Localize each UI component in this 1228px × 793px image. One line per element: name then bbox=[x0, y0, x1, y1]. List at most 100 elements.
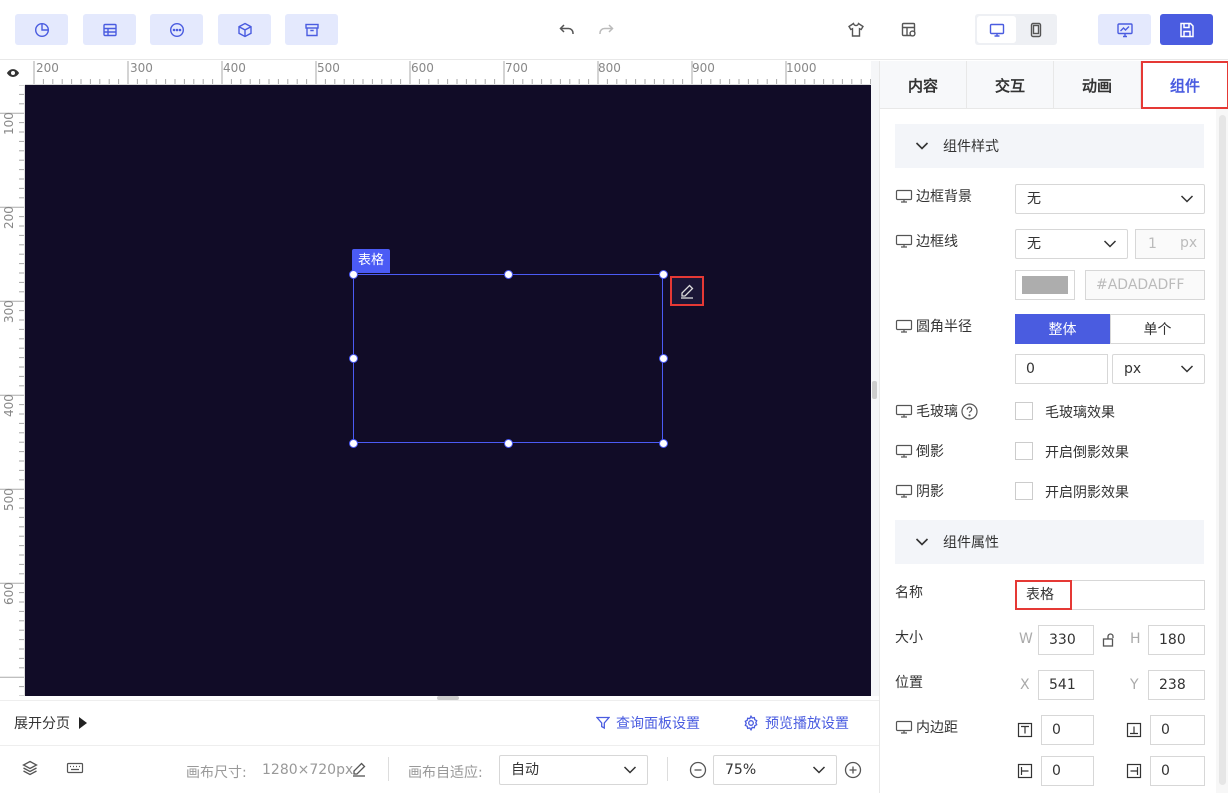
position-label: 位置 bbox=[895, 675, 923, 691]
zoom-select[interactable]: 75% bbox=[713, 755, 837, 785]
desktop-view-button[interactable] bbox=[977, 16, 1016, 43]
component-style-section-header[interactable]: 组件样式 bbox=[895, 124, 1204, 168]
filter-icon bbox=[596, 716, 610, 730]
redo-button[interactable] bbox=[590, 14, 622, 45]
resize-handle-bottom-right[interactable] bbox=[659, 439, 668, 448]
reflect-label-text: 倒影 bbox=[916, 444, 944, 460]
canvas-fit-select[interactable]: 自动 bbox=[499, 755, 648, 785]
resize-handle-left[interactable] bbox=[349, 354, 358, 363]
canvas-fit-value: 自动 bbox=[511, 762, 539, 778]
border-bg-label-text: 边框背景 bbox=[916, 189, 972, 205]
resize-handle-top[interactable] bbox=[504, 270, 513, 279]
ruler-label: 500 bbox=[2, 488, 16, 511]
preview-button[interactable] bbox=[1098, 14, 1151, 45]
padding-left-input[interactable]: 0 bbox=[1041, 756, 1094, 786]
tab-animation[interactable]: 动画 bbox=[1054, 61, 1141, 109]
scrollbar-grip[interactable] bbox=[1219, 115, 1226, 785]
width-input[interactable]: 330 bbox=[1038, 625, 1094, 655]
zoom-in-button[interactable] bbox=[844, 761, 862, 783]
visibility-toggle[interactable] bbox=[0, 61, 25, 85]
padding-top-input[interactable]: 0 bbox=[1041, 715, 1094, 745]
help-icon[interactable] bbox=[961, 402, 978, 420]
save-button[interactable] bbox=[1160, 14, 1213, 45]
ruler-label: 400 bbox=[223, 61, 246, 75]
reflect-checkbox[interactable] bbox=[1015, 442, 1033, 460]
x-input[interactable]: 541 bbox=[1038, 670, 1094, 700]
gear-icon bbox=[744, 715, 758, 731]
component-props-title: 组件属性 bbox=[943, 535, 999, 551]
ruler-label: 900 bbox=[692, 61, 715, 75]
border-color-picker[interactable] bbox=[1015, 270, 1075, 300]
layers-button[interactable] bbox=[22, 760, 38, 780]
padding-left-icon bbox=[1017, 763, 1033, 779]
shadow-checkbox[interactable] bbox=[1015, 482, 1033, 500]
tab-component[interactable]: 组件 bbox=[1141, 61, 1228, 109]
desktop-icon bbox=[895, 319, 913, 333]
lock-icon[interactable] bbox=[1102, 633, 1116, 647]
width-axis-label: W bbox=[1019, 631, 1033, 647]
reflect-checkbox-label: 开启倒影效果 bbox=[1045, 445, 1129, 461]
scrollbar-grip[interactable] bbox=[872, 381, 877, 399]
x-axis-label: X bbox=[1020, 677, 1030, 693]
height-value: 180 bbox=[1159, 632, 1186, 648]
keyboard-shortcuts-button[interactable] bbox=[66, 760, 84, 780]
border-color-input[interactable]: #ADADADFF bbox=[1085, 270, 1205, 300]
resize-handle-top-left[interactable] bbox=[349, 270, 358, 279]
resize-handle-bottom[interactable] bbox=[504, 439, 513, 448]
resize-handle-right[interactable] bbox=[659, 354, 668, 363]
padding-bottom-input[interactable]: 0 bbox=[1150, 715, 1205, 745]
radius-whole-button[interactable]: 整体 bbox=[1015, 314, 1110, 344]
table-icon bbox=[102, 23, 117, 36]
edit-component-button[interactable] bbox=[670, 276, 704, 306]
resize-handle-bottom-left[interactable] bbox=[349, 439, 358, 448]
cube-icon bbox=[237, 22, 252, 37]
more-component-button[interactable] bbox=[150, 14, 203, 45]
border-width-unit: px bbox=[1180, 235, 1198, 251]
y-input[interactable]: 238 bbox=[1148, 670, 1205, 700]
zoom-out-button[interactable] bbox=[689, 761, 707, 783]
zoom-in-icon bbox=[844, 761, 862, 779]
expand-pages-label: 展开分页 bbox=[14, 716, 70, 732]
border-bg-value: 无 bbox=[1027, 191, 1041, 207]
border-color-swatch bbox=[1022, 276, 1068, 294]
panel-scrollbar[interactable] bbox=[1216, 109, 1228, 793]
undo-button[interactable] bbox=[551, 14, 583, 45]
canvas-vertical-scrollbar[interactable] bbox=[871, 61, 879, 696]
tab-interaction[interactable]: 交互 bbox=[967, 61, 1054, 109]
tab-content[interactable]: 内容 bbox=[880, 61, 967, 109]
resize-handle-top-right[interactable] bbox=[659, 270, 668, 279]
padding-right-icon bbox=[1126, 763, 1142, 779]
radius-single-button[interactable]: 单个 bbox=[1110, 314, 1205, 344]
height-input[interactable]: 180 bbox=[1148, 625, 1205, 655]
name-value: 表格 bbox=[1015, 580, 1072, 610]
radius-input[interactable]: 0 bbox=[1015, 354, 1108, 384]
preview-playback-settings-button[interactable]: 预览播放设置 bbox=[743, 713, 849, 733]
chevron-down-icon bbox=[623, 766, 637, 774]
name-field[interactable]: 表格 bbox=[1015, 580, 1205, 610]
grid-settings-button[interactable] bbox=[893, 14, 925, 45]
chevron-down-icon bbox=[1180, 195, 1194, 203]
frost-checkbox[interactable] bbox=[1015, 402, 1033, 420]
theme-button[interactable] bbox=[840, 14, 872, 45]
padding-right-input[interactable]: 0 bbox=[1150, 756, 1205, 786]
border-line-select[interactable]: 无 bbox=[1015, 229, 1128, 259]
component-props-section-header[interactable]: 组件属性 bbox=[895, 520, 1204, 564]
mobile-icon bbox=[1030, 22, 1041, 37]
pencil-icon bbox=[681, 284, 694, 299]
archive-component-button[interactable] bbox=[285, 14, 338, 45]
mobile-view-button[interactable] bbox=[1016, 16, 1055, 43]
panel-tabs: 内容 交互 动画 组件 bbox=[880, 61, 1228, 109]
chart-component-button[interactable] bbox=[15, 14, 68, 45]
table-component-button[interactable] bbox=[83, 14, 136, 45]
query-panel-settings-button[interactable]: 查询面板设置 bbox=[596, 713, 700, 733]
expand-pages-button[interactable]: 展开分页 bbox=[14, 713, 88, 733]
edit-canvas-size-button[interactable] bbox=[351, 761, 367, 781]
border-bg-select[interactable]: 无 bbox=[1015, 184, 1205, 214]
status-divider bbox=[388, 757, 389, 781]
redo-icon bbox=[599, 23, 614, 34]
radius-unit-select[interactable]: px bbox=[1112, 354, 1205, 384]
selected-table-component[interactable] bbox=[353, 274, 663, 443]
desktop-icon bbox=[895, 444, 913, 458]
3d-component-button[interactable] bbox=[218, 14, 271, 45]
border-line-label: 边框线 bbox=[895, 231, 958, 251]
